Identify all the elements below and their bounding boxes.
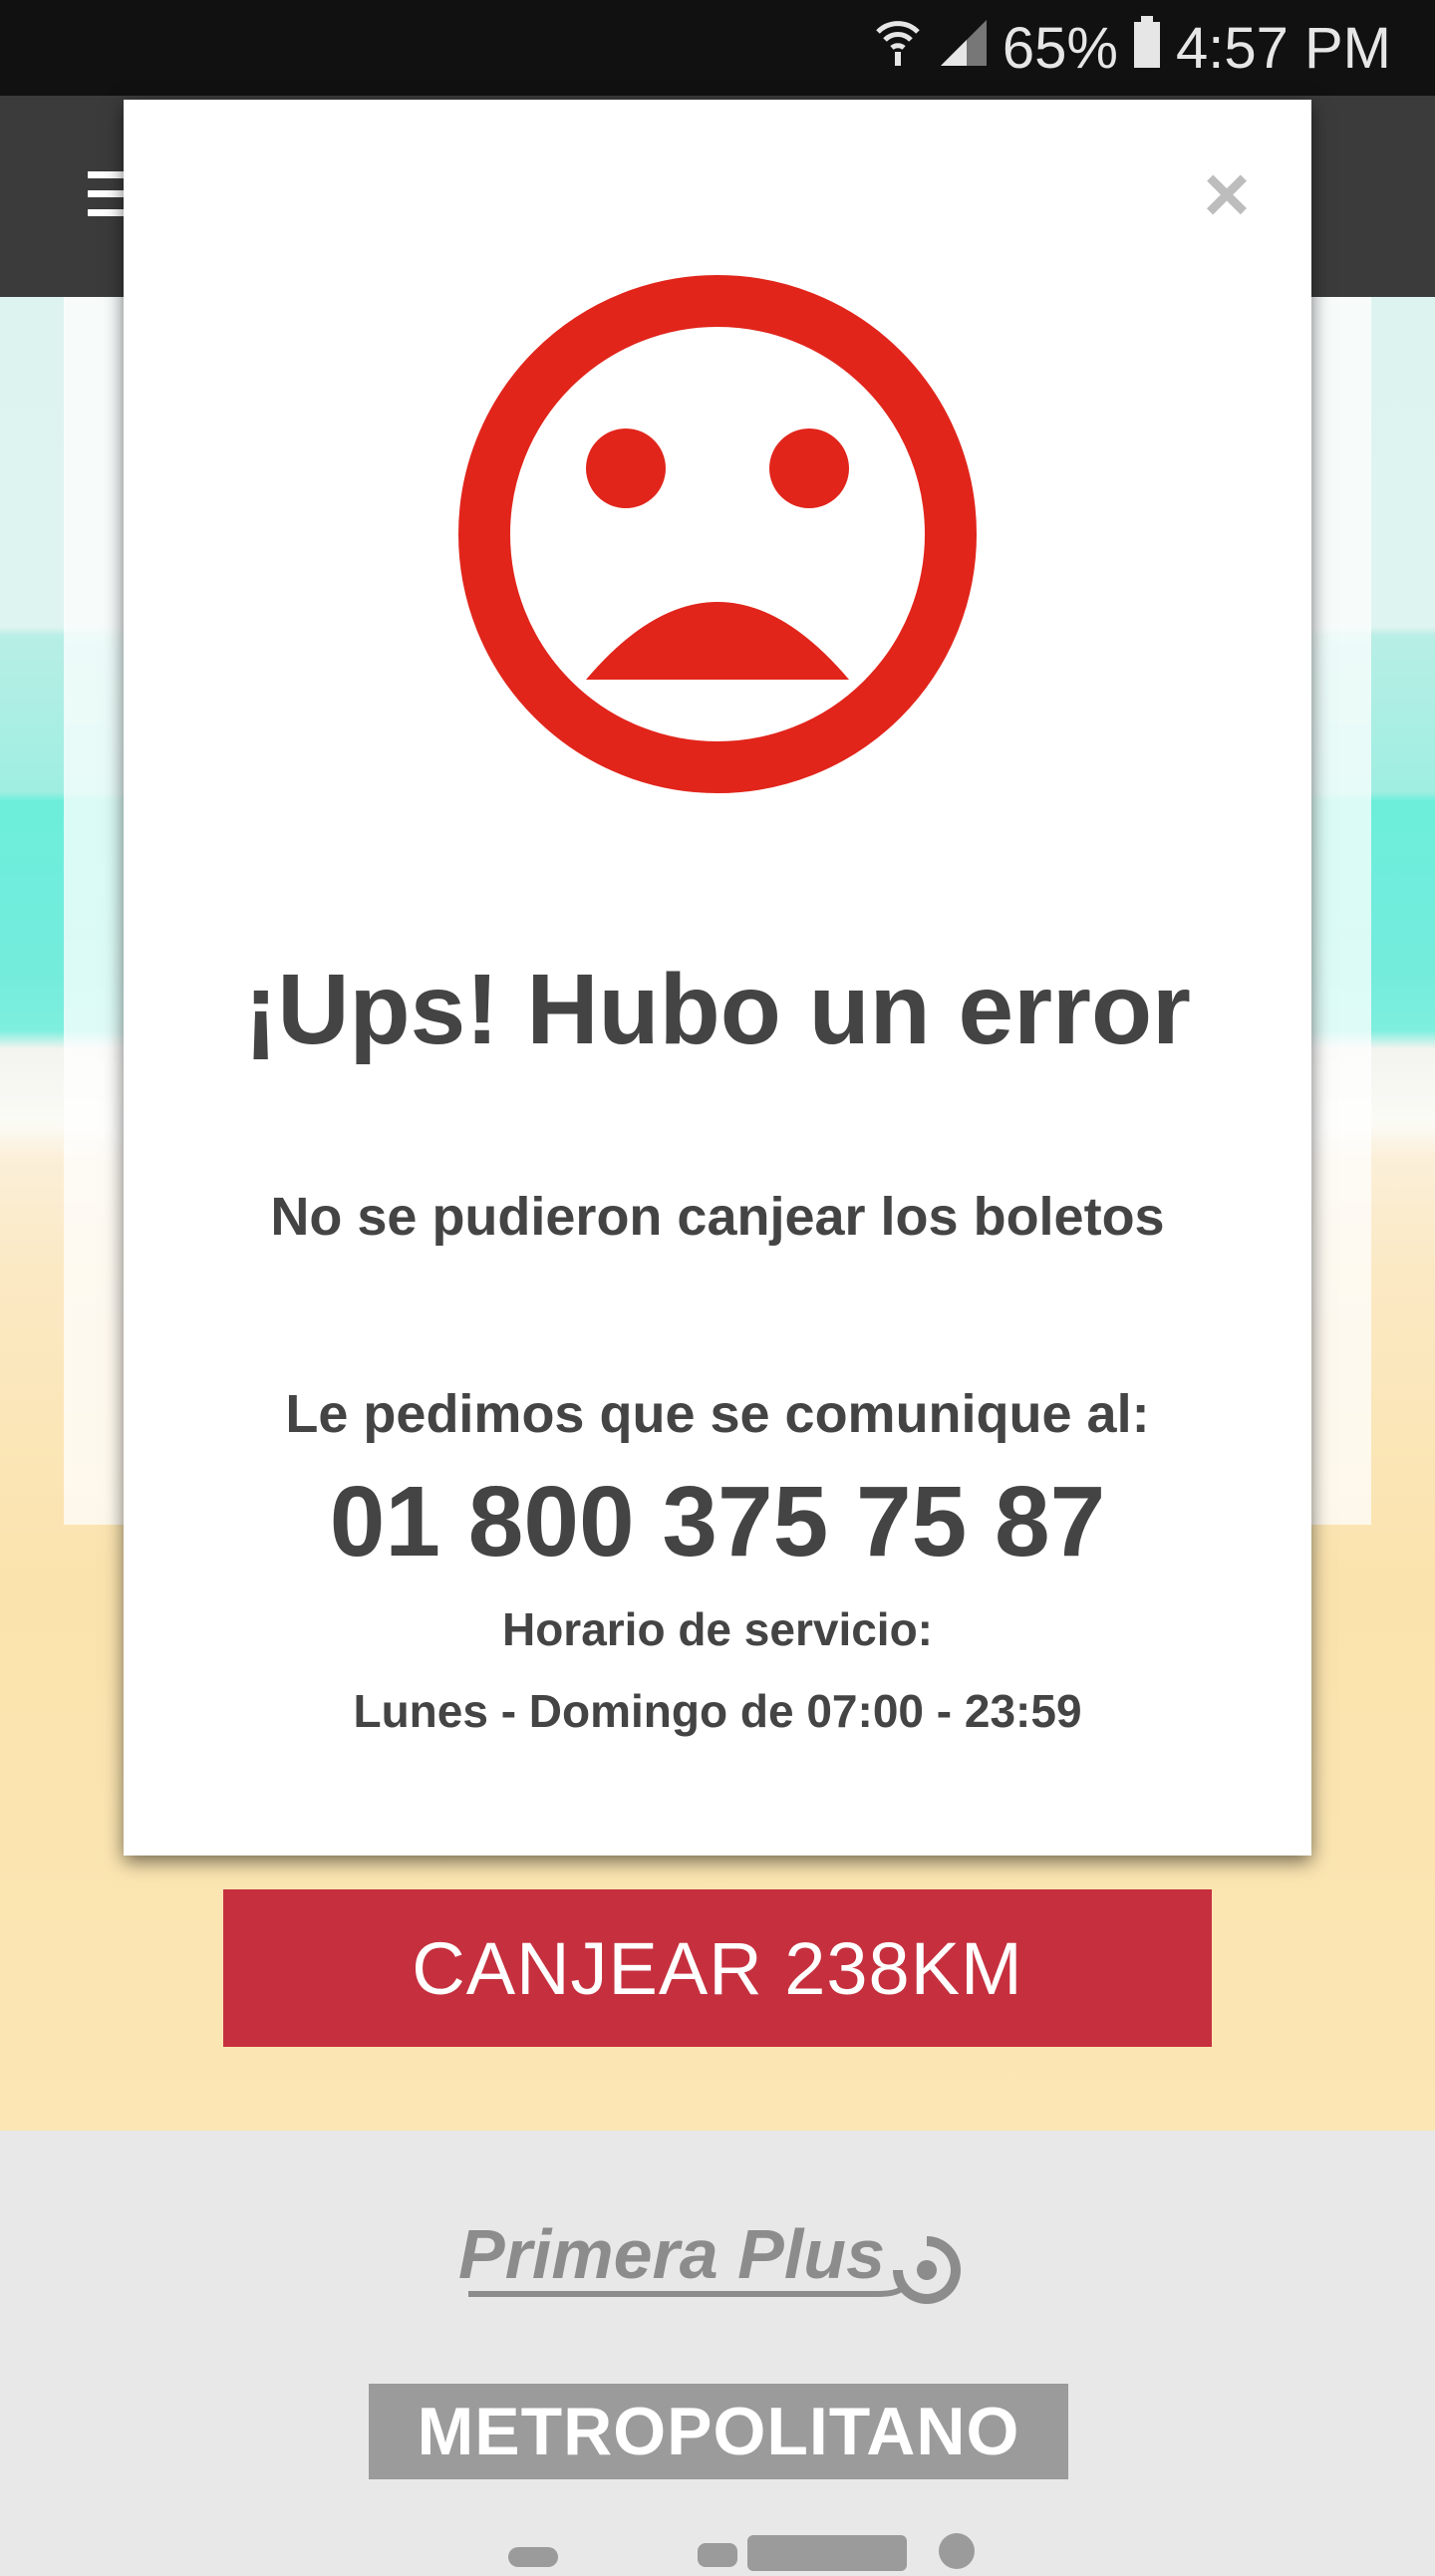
contact-label: Le pedimos que se comunique al:: [285, 1384, 1150, 1444]
sad-face-icon: [458, 275, 977, 793]
error-dialog: × ¡Ups! Hubo un error No se pudieron can…: [124, 100, 1311, 1856]
phone-number[interactable]: 01 800 375 75 87: [124, 1465, 1311, 1579]
service-hours-label: Horario de servicio:: [501, 1603, 934, 1655]
service-hours-value: Lunes - Domingo de 07:00 - 23:59: [353, 1685, 1082, 1737]
error-title: ¡Ups! Hubo un error: [244, 954, 1191, 1065]
error-message: No se pudieron canjear los boletos: [270, 1187, 1165, 1247]
close-button[interactable]: ×: [1192, 154, 1262, 234]
